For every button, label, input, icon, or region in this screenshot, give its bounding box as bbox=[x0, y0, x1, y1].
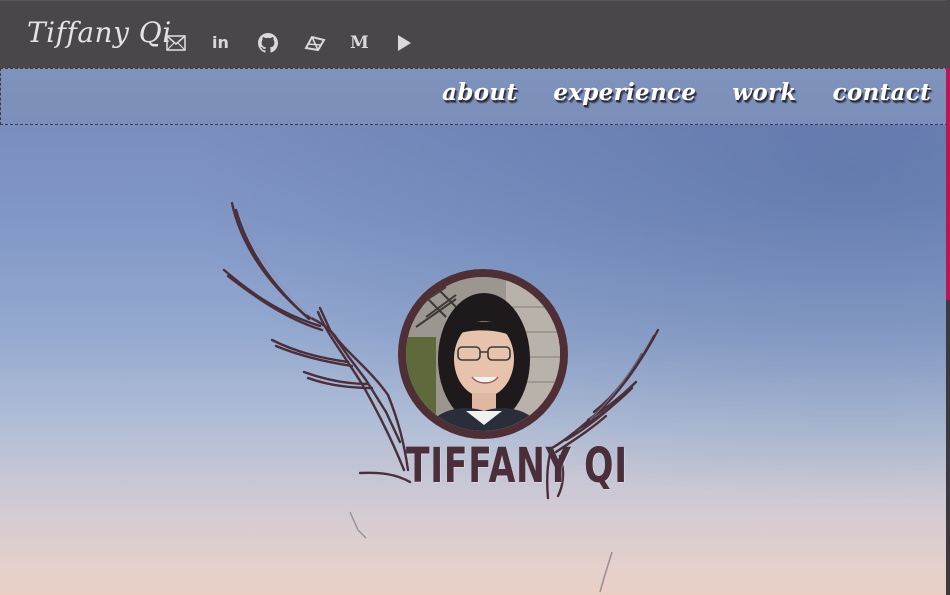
avatar-photo bbox=[406, 277, 560, 431]
page: Tiffany Qi in M about experience work co… bbox=[0, 0, 950, 595]
logo-wordmark: TIFFANY QI bbox=[406, 438, 628, 494]
avatar-portrait bbox=[406, 277, 560, 431]
avatar bbox=[398, 269, 568, 439]
